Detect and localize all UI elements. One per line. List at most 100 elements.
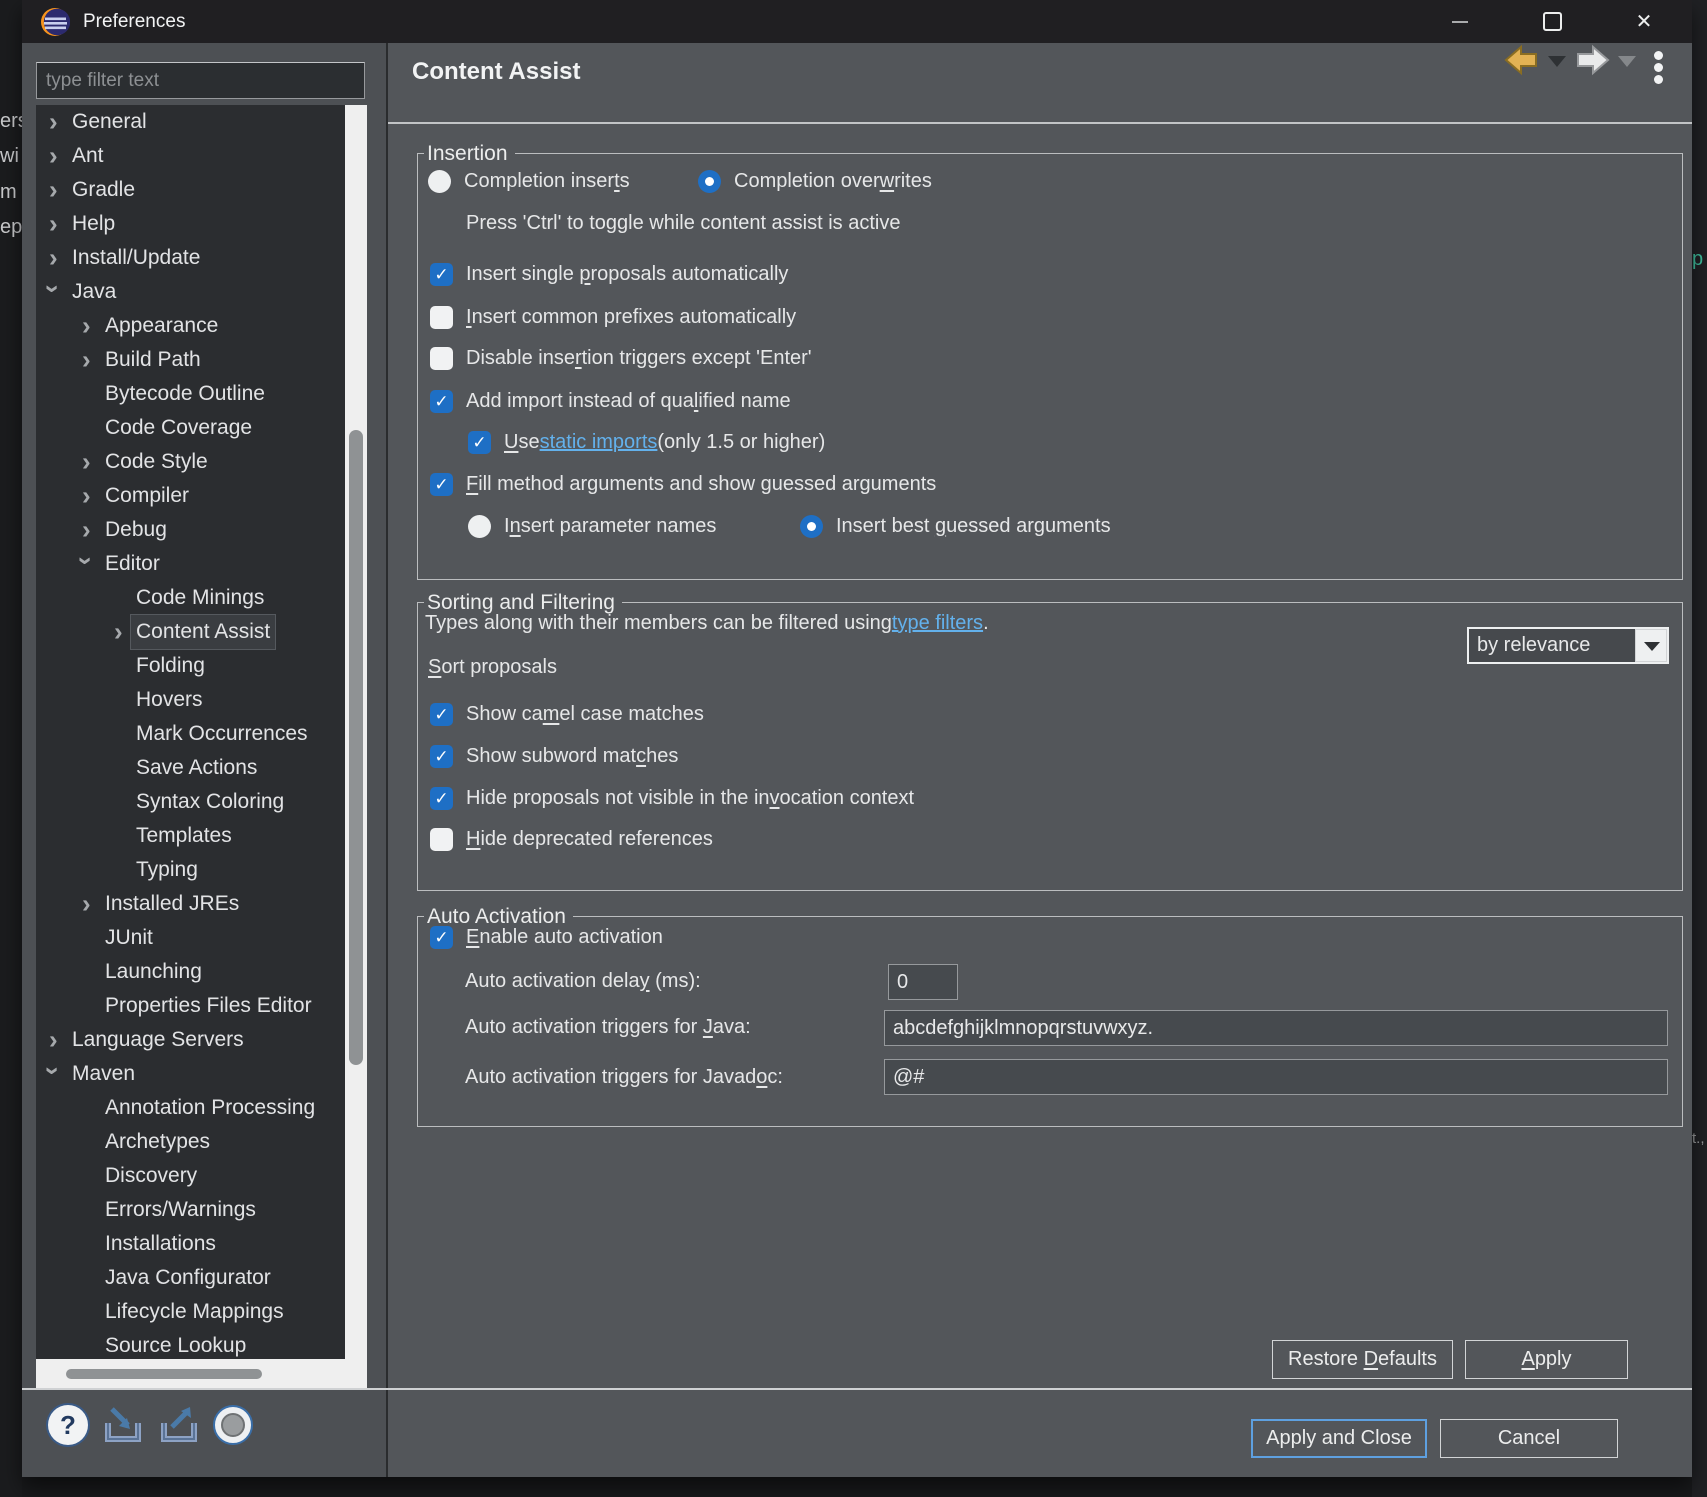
checkbox-unchecked-icon[interactable] [430,306,453,329]
radio-on-icon[interactable] [698,170,721,193]
chevron-collapsed-icon[interactable]: › [49,210,58,236]
completion-inserts-option[interactable]: Completion inserts [428,162,630,200]
sort-order-select[interactable]: by relevance [1467,627,1669,664]
chevron-expanded-icon[interactable]: › [40,1067,66,1076]
back-arrow-icon[interactable] [1504,44,1538,76]
chevron-collapsed-icon[interactable]: › [49,1026,58,1052]
tree-item[interactable]: ›Code Style [36,445,367,479]
tree-item[interactable]: ›Language Servers [36,1023,367,1057]
chevron-collapsed-icon[interactable]: › [49,142,58,168]
export-preferences-icon[interactable] [158,1405,200,1445]
chevron-collapsed-icon[interactable]: › [49,176,58,202]
tree-item[interactable]: ›Compiler [36,479,367,513]
tree-item[interactable]: Archetypes [36,1125,367,1159]
show-camel-case-option[interactable]: Show camel case matches [430,695,704,733]
apply-button[interactable]: Apply [1465,1340,1628,1379]
chevron-collapsed-icon[interactable]: › [82,312,91,338]
tree-item[interactable]: Launching [36,955,367,989]
forward-history-dropdown-icon[interactable] [1618,56,1636,67]
close-button[interactable]: ✕ [1613,0,1675,43]
title-bar[interactable]: Preferences ✕ [22,0,1692,43]
checkbox-checked-icon[interactable] [468,431,491,454]
enable-auto-activation-option[interactable]: Enable auto activation [430,918,663,956]
chevron-collapsed-icon[interactable]: › [82,448,91,474]
apply-and-close-button[interactable]: Apply and Close [1251,1419,1427,1458]
tree-horizontal-scrollbar[interactable] [36,1359,367,1389]
hide-proposals-option[interactable]: Hide proposals not visible in the invoca… [430,779,914,817]
tree-item[interactable]: ›Ant [36,139,367,173]
tree-item[interactable]: Lifecycle Mappings [36,1295,367,1329]
tree-item[interactable]: Mark Occurrences [36,717,367,751]
tree-item[interactable]: ›Debug [36,513,367,547]
checkbox-checked-icon[interactable] [430,390,453,413]
checkbox-unchecked-icon[interactable] [430,347,453,370]
type-filters-link[interactable]: type filters [892,612,983,635]
triggers-javadoc-field[interactable] [884,1059,1668,1095]
fill-method-arguments-option[interactable]: Fill method arguments and show guessed a… [430,465,936,503]
tree-item[interactable]: Save Actions [36,751,367,785]
tree-item[interactable]: ›General [36,105,367,139]
tree-item[interactable]: Errors/Warnings [36,1193,367,1227]
checkbox-checked-icon[interactable] [430,703,453,726]
triggers-java-field[interactable] [884,1010,1668,1046]
tree-item[interactable]: Annotation Processing [36,1091,367,1125]
insert-common-prefixes-option[interactable]: Insert common prefixes automatically [430,298,796,336]
chevron-expanded-icon[interactable]: › [40,285,66,294]
show-subword-option[interactable]: Show subword matches [430,737,678,775]
tree-item[interactable]: Hovers [36,683,367,717]
tree-item[interactable]: Syntax Coloring [36,785,367,819]
chevron-down-icon[interactable] [1635,629,1667,662]
checkbox-checked-icon[interactable] [430,263,453,286]
radio-off-icon[interactable] [428,170,451,193]
insert-parameter-names-option[interactable]: Insert parameter names [468,507,716,545]
minimize-button[interactable] [1429,0,1491,43]
cancel-button[interactable]: Cancel [1440,1419,1618,1458]
tree-item[interactable]: ›Help [36,207,367,241]
tree-item[interactable]: Bytecode Outline [36,377,367,411]
import-preferences-icon[interactable] [102,1405,144,1445]
tree-item[interactable]: ›Maven [36,1057,367,1091]
chevron-collapsed-icon[interactable]: › [82,346,91,372]
add-import-option[interactable]: Add import instead of qualified name [430,382,791,420]
tree-item[interactable]: Folding [36,649,367,683]
tree-item[interactable]: ›Install/Update [36,241,367,275]
back-history-dropdown-icon[interactable] [1548,56,1566,67]
restore-defaults-button[interactable]: Restore Defaults [1272,1340,1453,1379]
tree-item[interactable]: Properties Files Editor [36,989,367,1023]
tree-item[interactable]: Installations [36,1227,367,1261]
chevron-collapsed-icon[interactable]: › [114,618,123,644]
sidebar-divider[interactable] [386,43,388,1477]
radio-on-icon[interactable] [800,515,823,538]
chevron-expanded-icon[interactable]: › [73,557,99,566]
insert-single-proposals-option[interactable]: Insert single proposals automatically [430,255,788,293]
checkbox-checked-icon[interactable] [430,787,453,810]
checkbox-checked-icon[interactable] [430,473,453,496]
tree-item[interactable]: ›Appearance [36,309,367,343]
tree-item[interactable]: ›Editor [36,547,367,581]
tree-item[interactable]: Code Coverage [36,411,367,445]
radio-off-icon[interactable] [468,515,491,538]
tree-item[interactable]: Typing [36,853,367,887]
chevron-collapsed-icon[interactable]: › [82,516,91,542]
view-menu-icon[interactable] [1654,48,1663,87]
tree-item[interactable]: JUnit [36,921,367,955]
filter-input[interactable] [36,62,365,99]
tree-item[interactable]: Code Minings [36,581,367,615]
checkbox-checked-icon[interactable] [430,926,453,949]
tree-item[interactable]: ›Java [36,275,367,309]
chevron-collapsed-icon[interactable]: › [49,108,58,134]
tree-vertical-scrollbar[interactable] [345,105,367,1367]
static-imports-link[interactable]: static imports [540,431,658,454]
completion-overwrites-option[interactable]: Completion overwrites [698,162,932,200]
insert-best-guessed-option[interactable]: Insert best guessed arguments [800,507,1111,545]
tree-item[interactable]: ›Build Path [36,343,367,377]
tree-item[interactable]: Discovery [36,1159,367,1193]
checkbox-unchecked-icon[interactable] [430,828,453,851]
tree-item[interactable]: ›Content Assist [36,615,367,649]
record-preferences-icon[interactable] [212,1405,256,1449]
tree-item[interactable]: Templates [36,819,367,853]
disable-insertion-triggers-option[interactable]: Disable insertion triggers except 'Enter… [430,339,812,377]
chevron-collapsed-icon[interactable]: › [49,244,58,270]
chevron-collapsed-icon[interactable]: › [82,890,91,916]
tree-item[interactable]: Source Lookup [36,1329,367,1363]
